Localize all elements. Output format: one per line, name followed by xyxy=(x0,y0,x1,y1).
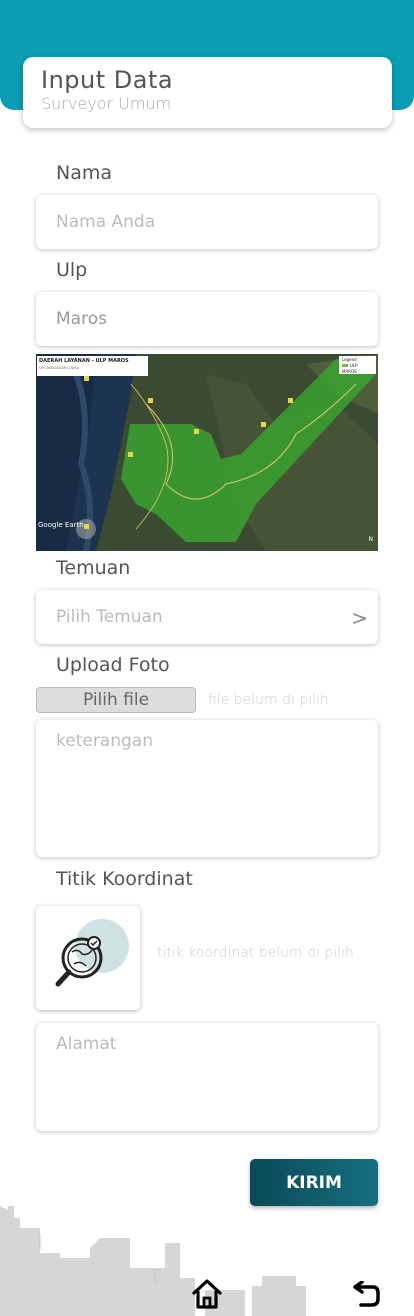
alamat-textarea[interactable]: Alamat xyxy=(36,1023,378,1131)
ulp-label: Ulp xyxy=(56,259,88,281)
map-legend-swatch xyxy=(342,364,348,367)
page-subtitle: Surveyor Umum xyxy=(41,94,172,113)
keterangan-textarea[interactable]: keterangan xyxy=(36,720,378,857)
choose-file-button[interactable]: Pilih file xyxy=(36,687,196,713)
coordinate-status-text: titik koordinat belum di pilih xyxy=(157,945,354,961)
page-title: Input Data xyxy=(41,66,174,94)
map-search-icon xyxy=(55,919,129,987)
chevron-right-icon: > xyxy=(351,606,368,630)
temuan-select[interactable]: Pilih Temuan > xyxy=(36,590,378,644)
file-status-text: file belum di pilih xyxy=(208,692,329,708)
nama-label: Nama xyxy=(56,162,113,184)
nama-input[interactable]: Nama Anda xyxy=(36,195,378,249)
map-subtitle: UP3 MAKASSAR UTARA xyxy=(39,366,80,370)
ulp-field: Maros xyxy=(36,292,378,346)
back-arrow-icon[interactable] xyxy=(351,1281,381,1309)
pick-coordinate-button[interactable] xyxy=(36,906,140,1010)
temuan-label: Temuan xyxy=(56,557,131,579)
map-north-indicator: N xyxy=(368,536,374,543)
temuan-placeholder: Pilih Temuan xyxy=(56,607,163,627)
header-card: Input Data Surveyor Umum xyxy=(23,57,392,128)
service-area-map: DAERAH LAYANAN - ULP MAROS UP3 MAKASSAR … xyxy=(36,354,378,551)
titik-koordinat-label: Titik Koordinat xyxy=(56,868,193,890)
map-image xyxy=(36,354,378,551)
map-title: DAERAH LAYANAN - ULP MAROS xyxy=(39,358,129,364)
map-credit: Google Earth xyxy=(38,521,84,529)
upload-foto-label: Upload Foto xyxy=(56,654,170,676)
home-icon[interactable] xyxy=(191,1278,223,1310)
map-legend: Legend ULP MAROS xyxy=(339,356,376,374)
map-title-box: DAERAH LAYANAN - ULP MAROS UP3 MAKASSAR … xyxy=(37,356,148,376)
